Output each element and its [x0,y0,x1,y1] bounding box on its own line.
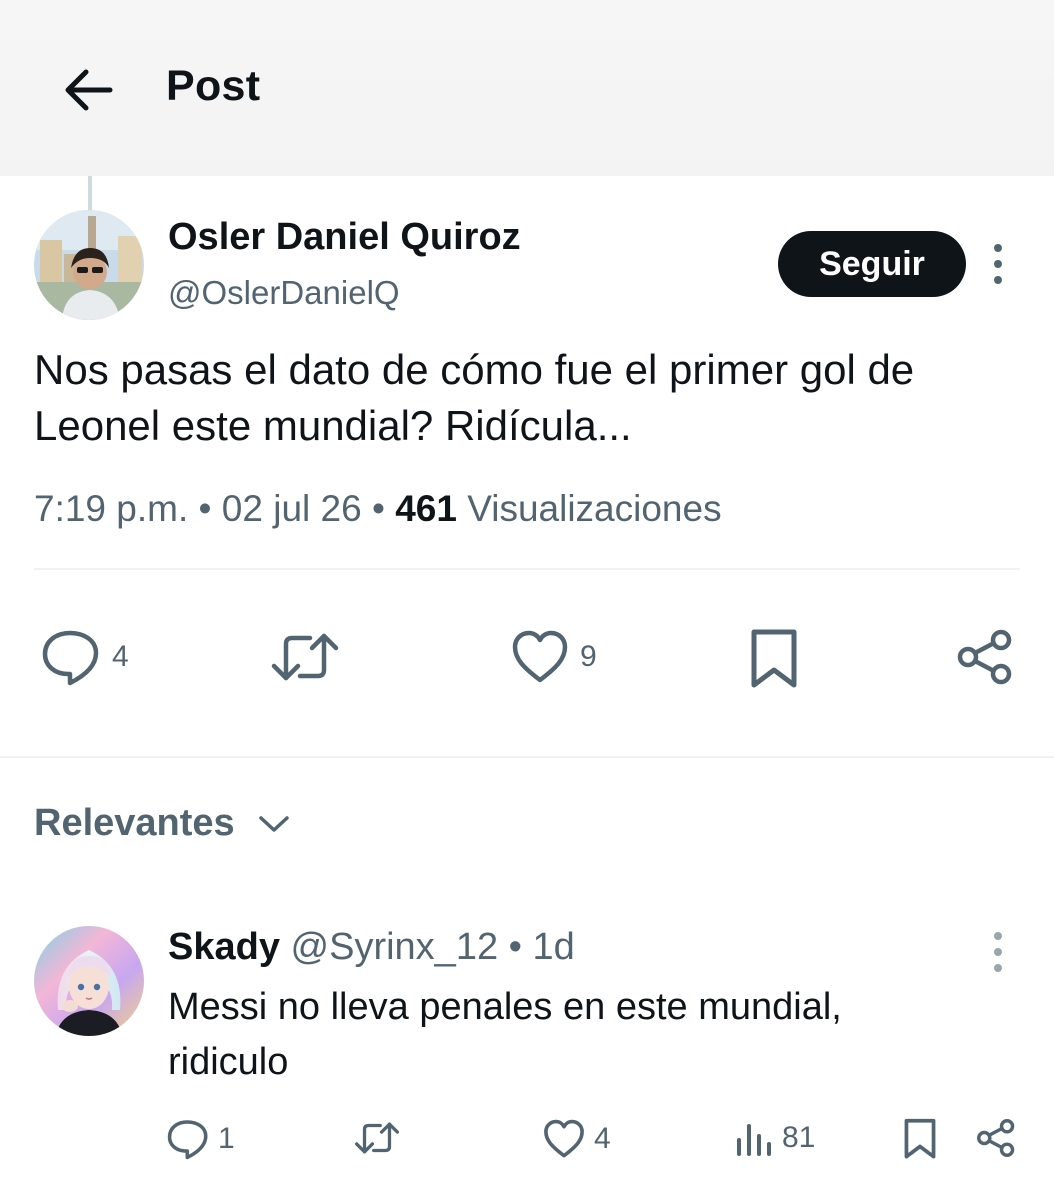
repost-icon [354,1122,400,1154]
post-meta: 7:19 p.m. • 02 jul 26 • 461 Visualizacio… [34,488,722,530]
reply-share-button[interactable] [976,1118,1016,1158]
like-button[interactable]: 9 [510,628,597,686]
replies-sort-dropdown[interactable]: Relevantes [34,802,291,845]
reply-repost-button[interactable] [354,1118,400,1158]
reply-text: Messi no lleva penales en este mundial, … [168,986,842,1083]
meta-separator: • [508,926,522,968]
reply-views-count: 81 [782,1121,816,1154]
views-label: Visualizaciones [467,488,722,529]
sort-label: Relevantes [34,802,235,844]
top-bar: Post [0,0,1054,176]
meta-separator: • [371,488,385,529]
heart-icon [512,630,568,683]
bookmark-icon [751,629,797,688]
post-text: Nos pasas el dato de cómo fue el primer … [34,346,915,449]
thread-connector-line [88,176,92,212]
reply-like-count: 4 [594,1122,611,1155]
like-count: 9 [580,640,597,673]
more-vertical-icon [994,932,1002,972]
views-count[interactable]: 461 [395,488,457,529]
author-handle[interactable]: @OslerDanielQ [168,274,400,312]
more-vertical-icon [994,244,1002,284]
share-icon [977,1119,1015,1157]
section-divider [0,756,1054,758]
reply-header: Skady @Syrinx_12 • 1d [168,926,575,969]
post-time: 7:19 p.m. [34,488,189,529]
heart-icon [544,1119,584,1158]
post-date: 02 jul 26 [221,488,362,529]
reply-views-button[interactable]: 81 [734,1118,815,1158]
follow-button[interactable]: Seguir [778,231,966,297]
share-button[interactable] [956,628,1014,686]
back-button[interactable] [56,60,120,120]
comment-icon [42,630,99,686]
reply-reply-count: 1 [218,1122,235,1155]
reply-more-options-button[interactable] [988,930,1008,974]
author-avatar[interactable] [34,210,144,320]
author-name[interactable]: Osler Daniel Quiroz [168,216,521,259]
reply-reply-button[interactable]: 1 [166,1118,235,1160]
page-title: Post [166,62,261,110]
meta-separator: • [198,488,212,529]
arrow-left-icon [65,69,113,111]
repost-button[interactable] [270,628,340,686]
reply-count: 4 [112,640,129,673]
bookmark-button[interactable] [748,628,800,690]
analytics-icon [737,1124,771,1156]
share-icon [957,629,1012,685]
bookmark-icon [904,1118,936,1159]
divider [34,568,1020,570]
reply-like-button[interactable]: 4 [542,1118,611,1160]
more-options-button[interactable] [988,242,1008,286]
reply-bookmark-button[interactable] [902,1118,938,1160]
reply-author-avatar[interactable] [34,926,144,1036]
reply-author-handle[interactable]: @Syrinx_12 [291,926,499,968]
reply-author-name[interactable]: Skady [168,926,280,968]
chevron-down-icon [258,815,289,832]
comment-icon [167,1120,208,1160]
reply-time[interactable]: 1d [533,926,575,968]
repost-icon [271,633,339,681]
reply-button[interactable]: 4 [40,628,129,686]
